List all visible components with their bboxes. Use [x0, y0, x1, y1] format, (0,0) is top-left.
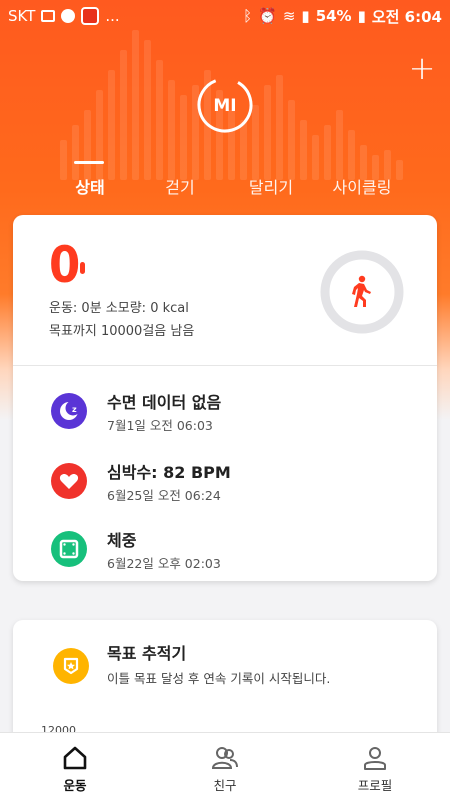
heart-rate-timestamp: 6월25일 오전 06:24 — [107, 488, 221, 503]
scale-icon — [51, 531, 87, 567]
tab-running[interactable]: 달리기 — [243, 174, 299, 198]
sleep-moon-icon: z — [51, 393, 87, 429]
sleep-row[interactable]: z 수면 데이터 없음 7월1일 오전 06:03 — [51, 389, 421, 435]
exercise-summary: 운동: 0분 소모량: 0 kcal — [49, 301, 189, 316]
tab-status[interactable]: 상태 — [70, 174, 110, 198]
tab-walking[interactable]: 걷기 — [158, 174, 202, 198]
gallery-icon — [41, 10, 56, 22]
weight-row[interactable]: 체중 6월22일 오후 02:03 — [51, 527, 421, 573]
activity-summary-card[interactable]: 0 운동: 0분 소모량: 0 kcal 목표까지 10000걸음 남음 z 수… — [13, 215, 437, 581]
sports-notification-icon — [61, 9, 76, 23]
mi-logo-ring-icon: MI — [197, 77, 253, 133]
wifi-icon: ≋ — [282, 7, 296, 25]
mi-logo-text: MI — [213, 96, 236, 116]
weight-timestamp: 6월22일 오후 02:03 — [107, 556, 221, 571]
svg-text:z: z — [72, 405, 77, 414]
step-progress-ring[interactable] — [319, 249, 405, 335]
card-divider — [13, 365, 437, 366]
badge-icon — [53, 648, 89, 684]
heart-rate-title: 심박수: 82 BPM — [107, 463, 231, 482]
nav-workout-label: 운동 — [63, 778, 87, 793]
bluetooth-icon: ᛒ — [243, 7, 253, 25]
activity-tabs: 상태 걷기 달리기 사이클링 — [0, 158, 450, 202]
nav-friends-label: 친구 — [213, 778, 237, 793]
heart-icon — [51, 463, 87, 499]
step-count: 0 — [49, 236, 81, 294]
tab-cycling[interactable]: 사이클링 — [328, 174, 396, 198]
nav-workout[interactable]: 운동 — [30, 741, 120, 797]
nav-profile-label: 프로필 — [357, 778, 393, 793]
alarm-icon: ⏰ — [258, 7, 277, 25]
goal-remaining: 목표까지 10000걸음 남음 — [49, 324, 195, 339]
carrier-label: SKT — [8, 7, 36, 25]
home-icon — [63, 746, 87, 770]
battery-percent: 54% — [315, 7, 352, 25]
sleep-title: 수면 데이터 없음 — [107, 393, 222, 412]
bottom-navigation: 운동 친구 프로필 — [0, 732, 450, 800]
nav-friends[interactable]: 친구 — [180, 741, 270, 797]
mi-logo: MI — [196, 76, 254, 134]
add-button[interactable]: + — [408, 52, 436, 84]
goal-tracker-title: 목표 추적기 — [107, 644, 187, 663]
nav-profile[interactable]: 프로필 — [330, 741, 420, 797]
clock-time: 오전 6:04 — [371, 7, 442, 26]
weight-title: 체중 — [107, 531, 137, 550]
heart-rate-row[interactable]: 심박수: 82 BPM 6월25일 오전 06:24 — [51, 459, 421, 505]
goal-tracker-description: 이틀 목표 달성 후 연속 기록이 시작됩니다. — [107, 671, 331, 686]
step-unit-marker — [80, 262, 85, 274]
signal-icon: ▮ — [301, 7, 310, 25]
battery-icon: ▮ — [357, 7, 366, 25]
app-notification-icon — [81, 7, 100, 25]
sleep-timestamp: 7월1일 오전 06:03 — [107, 418, 213, 433]
friends-icon — [211, 747, 238, 769]
profile-icon — [364, 747, 386, 770]
status-bar: SKT ... ᛒ ⏰ ≋ ▮ 54% ▮ 오전 6:04 — [0, 0, 450, 32]
more-notifications-label: ... — [105, 7, 120, 25]
